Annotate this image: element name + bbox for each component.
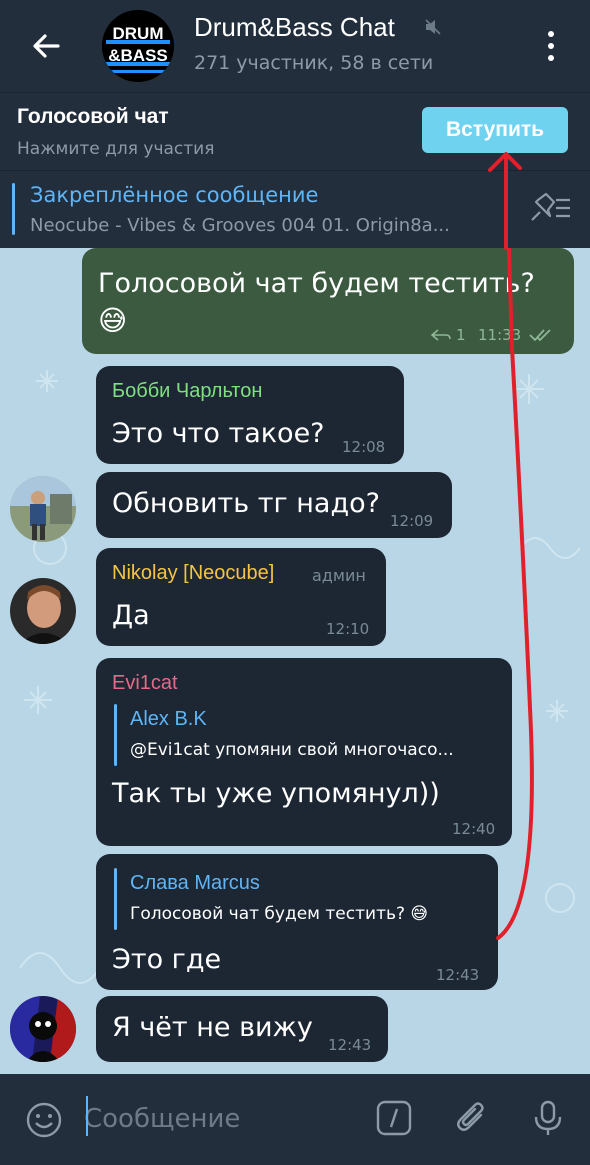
arrow-left-icon	[33, 34, 60, 58]
reply-text: @Evi1cat упомяни свой многочасо...	[130, 740, 454, 760]
message-text: Это где	[112, 944, 222, 975]
pinned-message-bar[interactable]: Закреплённое сообщение Neocube - Vibes &…	[0, 170, 590, 248]
reply-icon	[430, 329, 451, 341]
reply-sender[interactable]: Alex B.K	[130, 708, 207, 731]
double-check-icon	[529, 329, 551, 342]
drum-bass-logo: DRUM &BASS	[102, 10, 174, 82]
text-cursor	[86, 1096, 88, 1136]
admin-badge: админ	[312, 566, 366, 585]
message-bubble[interactable]: Nikolay [Neocube] админ Да 12:10	[96, 548, 386, 646]
microphone-icon	[534, 1100, 562, 1135]
pinned-indicator	[12, 183, 15, 235]
chat-avatar[interactable]: DRUM &BASS	[102, 10, 174, 82]
more-menu-button[interactable]	[536, 28, 566, 64]
slash-command-icon	[376, 1100, 412, 1136]
emoji-button[interactable]	[22, 1098, 66, 1142]
avatar-photo	[10, 476, 76, 542]
emoji: 😅	[410, 904, 429, 924]
paperclip-icon	[457, 1102, 484, 1131]
emoji: 😅	[98, 304, 128, 337]
avatar-photo	[10, 996, 76, 1062]
voice-chat-title: Голосовой чат	[17, 105, 169, 128]
message-time: 12:40	[452, 820, 496, 838]
user-avatar[interactable]	[10, 476, 76, 542]
attach-button[interactable]	[450, 1096, 494, 1140]
message-text: Голосовой чат будем тестить?	[98, 268, 535, 299]
pin-list-icon[interactable]	[526, 190, 572, 226]
command-button[interactable]	[372, 1096, 416, 1140]
pinned-title: Закреплённое сообщение	[30, 183, 319, 207]
reply-quote-bar	[114, 704, 117, 766]
message-time: 12:10	[326, 620, 370, 638]
reply-quote-bar	[114, 868, 117, 930]
user-avatar[interactable]	[10, 996, 76, 1062]
sender-name[interactable]: Бобби Чарльтон	[112, 380, 262, 403]
reply-sender[interactable]: Слава Marcus	[130, 872, 260, 895]
avatar-photo	[10, 578, 76, 644]
message-input[interactable]	[84, 1096, 354, 1142]
muted-speaker-icon	[425, 19, 441, 35]
join-voice-chat-button[interactable]: Вступить	[422, 107, 568, 153]
reply-text: Голосовой чат будем тестить? 😅	[130, 904, 429, 924]
chat-title[interactable]: Drum&Bass Chat	[194, 12, 395, 43]
svg-text:&BASS: &BASS	[108, 46, 168, 65]
message-time: 11:33	[478, 326, 522, 344]
voice-message-button[interactable]	[526, 1096, 570, 1140]
message-text: Обновить тг надо?	[112, 488, 380, 519]
message-bubble[interactable]: Обновить тг надо? 12:09	[96, 472, 452, 538]
sender-name[interactable]: Evi1cat	[112, 672, 178, 695]
message-list[interactable]: Голосовой чат будем тестить? 😅 1 11:33 Б…	[0, 248, 590, 1074]
message-input-bar	[0, 1074, 590, 1165]
message-time: 12:08	[342, 438, 386, 456]
message-bubble-outgoing[interactable]: Голосовой чат будем тестить? 😅 1 11:33	[82, 248, 574, 354]
message-bubble[interactable]: Слава Marcus Голосовой чат будем тестить…	[96, 854, 498, 990]
message-time: 12:09	[390, 512, 434, 530]
more-vertical-icon	[548, 31, 554, 37]
message-time: 12:43	[328, 1036, 372, 1054]
reply-count: 1	[456, 326, 466, 344]
message-bubble[interactable]: Я чёт не вижу 12:43	[96, 996, 388, 1062]
message-text: Да	[112, 600, 150, 631]
smile-icon	[26, 1102, 62, 1138]
svg-text:DRUM: DRUM	[113, 24, 164, 43]
sender-name[interactable]: Nikolay [Neocube]	[112, 562, 274, 585]
chat-header: DRUM &BASS Drum&Bass Chat 271 участник, …	[0, 0, 590, 92]
chat-subtitle: 271 участник, 58 в сети	[194, 52, 434, 74]
user-avatar[interactable]	[10, 578, 76, 644]
message-text: Я чёт не вижу	[112, 1012, 313, 1043]
message-text: Так ты уже упомянул))	[112, 778, 440, 809]
voice-chat-subtitle: Нажмите для участия	[17, 139, 215, 159]
back-button[interactable]	[22, 24, 70, 68]
message-time: 12:43	[436, 966, 480, 984]
message-bubble[interactable]: Evi1cat Alex B.K @Evi1cat упомяни свой м…	[96, 658, 512, 846]
pinned-text: Neocube - Vibes & Grooves 004 01. Origin…	[30, 215, 450, 236]
message-text: Это что такое?	[112, 418, 325, 449]
message-bubble[interactable]: Бобби Чарльтон Это что такое? 12:08	[96, 366, 404, 464]
